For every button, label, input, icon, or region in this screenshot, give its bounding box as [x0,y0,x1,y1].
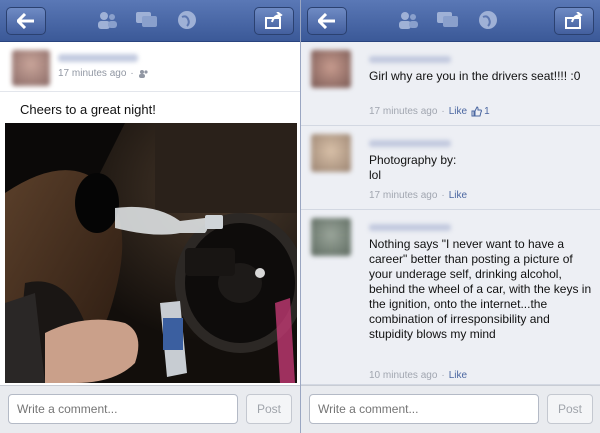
comment-meta: 10 minutes ago · Like [369,370,468,381]
post-meta: 17 minutes ago · [58,68,149,79]
like-link[interactable]: Like [449,106,467,117]
right-screen: Girl why are you in the drivers seat!!!!… [300,0,600,433]
audience-friends-icon [138,70,148,78]
like-link[interactable]: Like [449,370,467,381]
back-arrow-icon [318,13,335,29]
like-count-value: 1 [484,106,490,117]
like-link[interactable]: Like [449,190,467,201]
share-icon [565,12,583,29]
friends-icon[interactable] [95,9,119,31]
post-photo[interactable] [5,123,297,383]
nav-icons [396,9,500,31]
top-navbar [0,0,300,42]
nav-icons [95,9,199,31]
commenter-name-redacted[interactable] [369,224,451,231]
comment-item: Photography by: lol 17 minutes ago · Lik… [301,126,600,210]
comment-composer: Post [301,385,600,433]
comment-meta: 17 minutes ago · Like [369,190,468,201]
comment-timestamp: 10 minutes ago [369,370,438,381]
messages-icon[interactable] [436,9,460,31]
comment-timestamp: 17 minutes ago [369,106,438,117]
comment-item: Girl why are you in the drivers seat!!!!… [301,42,600,126]
like-count[interactable]: 1 [471,106,490,117]
share-button[interactable] [554,7,594,35]
post-timestamp: 17 minutes ago [58,68,127,79]
comment-meta: 17 minutes ago · Like 1 [369,106,490,117]
messages-icon[interactable] [135,9,159,31]
thumbs-up-icon [471,106,483,117]
back-arrow-icon [17,13,34,29]
commenter-name-redacted[interactable] [369,56,451,63]
comment-text: Photography by: lol [369,153,457,182]
post-comment-button[interactable]: Post [547,394,593,424]
comment-timestamp: 17 minutes ago [369,190,438,201]
comment-item: Nothing says "I never want to have a car… [301,210,600,385]
commenter-avatar[interactable] [311,50,351,88]
back-button[interactable] [307,7,347,35]
poster-avatar[interactable] [12,50,50,86]
share-button[interactable] [254,7,294,35]
comment-text: Girl why are you in the drivers seat!!!!… [369,69,581,83]
commenter-avatar[interactable] [311,134,351,172]
commenter-name-redacted[interactable] [369,140,451,147]
comment-text: Nothing says "I never want to have a car… [369,237,592,341]
comment-input[interactable] [309,394,539,424]
friends-icon[interactable] [396,9,420,31]
share-icon [265,12,283,29]
notifications-globe-icon[interactable] [476,9,500,31]
top-navbar [301,0,600,42]
post-header: 17 minutes ago · [0,42,300,92]
photo-image [5,123,297,383]
comment-input[interactable] [8,394,238,424]
comment-composer: Post [0,385,300,433]
commenter-avatar[interactable] [311,218,351,256]
poster-name-redacted[interactable] [58,54,138,62]
notifications-globe-icon[interactable] [175,9,199,31]
left-screen: 17 minutes ago · Cheers to a great night… [0,0,300,433]
post-comment-button[interactable]: Post [246,394,292,424]
back-button[interactable] [6,7,46,35]
